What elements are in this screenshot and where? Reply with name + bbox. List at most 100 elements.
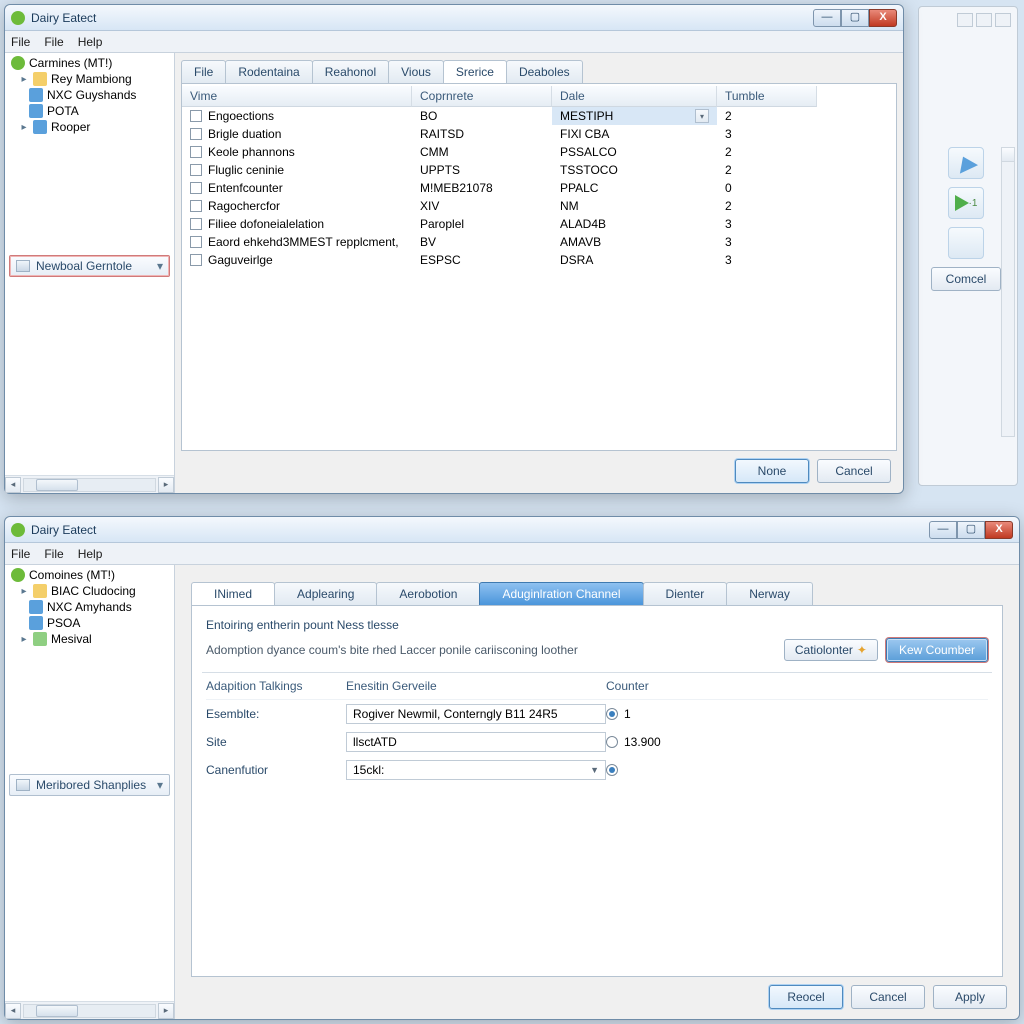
col-vime[interactable]: Vime: [182, 86, 412, 107]
tree-item[interactable]: PSOA: [9, 615, 172, 631]
col-dale[interactable]: Dale: [552, 86, 717, 107]
tree-item[interactable]: ▸ BIAC Cludocing: [9, 583, 172, 599]
form-input[interactable]: llsctATD: [346, 732, 606, 752]
table-row[interactable]: Eaord ehkehd3MMEST repplcment,BVAMAVB3: [182, 233, 896, 251]
sidebar-dropdown[interactable]: Meribored Shanplies ▾: [9, 774, 170, 796]
cell-dale[interactable]: ALAD4B: [552, 215, 717, 233]
close-button[interactable]: X: [869, 9, 897, 27]
cell-dale[interactable]: AMAVB: [552, 233, 717, 251]
cell-dale[interactable]: PPALC: [552, 179, 717, 197]
cancel-button[interactable]: Cancel: [851, 985, 925, 1009]
menu-help[interactable]: Help: [78, 35, 103, 49]
tab-adug-channel[interactable]: Aduginlration Channel: [479, 582, 643, 605]
reocel-button[interactable]: Reocel: [769, 985, 843, 1009]
bg-cancel-button[interactable]: Comcel: [931, 267, 1001, 291]
checkbox[interactable]: [190, 200, 202, 212]
expander-icon[interactable]: ▸: [19, 122, 29, 132]
cell-dale[interactable]: TSSTOCO: [552, 161, 717, 179]
tree-item[interactable]: NXC Amyhands: [9, 599, 172, 615]
form-input[interactable]: Rogiver Newmil, Conterngly B11 24R5: [346, 704, 606, 724]
sidebar-hscroll[interactable]: ◂ ▸: [5, 475, 174, 493]
cell-dale[interactable]: NM: [552, 197, 717, 215]
nav-play-icon[interactable]: ·1: [948, 187, 984, 219]
scroll-thumb[interactable]: [36, 479, 78, 491]
scroll-left-icon[interactable]: ◂: [5, 1003, 21, 1019]
expander-icon[interactable]: ▸: [19, 74, 29, 84]
table-row[interactable]: RagochercforXIVNM2: [182, 197, 896, 215]
tree-root[interactable]: Comoines (MT!): [9, 567, 172, 583]
checkbox[interactable]: [190, 128, 202, 140]
expander-icon[interactable]: ▸: [19, 634, 29, 644]
cancel-button[interactable]: Cancel: [817, 459, 891, 483]
tab-dienter[interactable]: Dienter: [643, 582, 728, 605]
radio-option[interactable]: 13.900: [606, 735, 786, 749]
radio-option[interactable]: [606, 764, 786, 776]
checkbox[interactable]: [190, 164, 202, 176]
cell-dale[interactable]: MESTIPH▾: [552, 107, 717, 125]
expander-icon[interactable]: ▸: [19, 586, 29, 596]
scroll-thumb[interactable]: [36, 1005, 78, 1017]
menu-file2[interactable]: File: [44, 547, 63, 561]
table-row[interactable]: Filiee dofoneialelationParoplelALAD4B3: [182, 215, 896, 233]
cell-dale[interactable]: DSRA: [552, 251, 717, 269]
tree-item[interactable]: POTA: [9, 103, 172, 119]
maximize-button[interactable]: ▢: [957, 521, 985, 539]
scroll-right-icon[interactable]: ▸: [158, 1003, 174, 1019]
tab-nerway[interactable]: Nerway: [726, 582, 813, 605]
nav-up-icon[interactable]: [948, 147, 984, 179]
col-coprnrete[interactable]: Coprnrete: [412, 86, 552, 107]
maximize-button[interactable]: ▢: [841, 9, 869, 27]
tab-reahonol[interactable]: Reahonol: [312, 60, 389, 83]
tab-aerobotion[interactable]: Aerobotion: [376, 582, 480, 605]
checkbox[interactable]: [190, 146, 202, 158]
tree-item[interactable]: ▸ Rooper: [9, 119, 172, 135]
minimize-button[interactable]: —: [929, 521, 957, 539]
menu-help[interactable]: Help: [78, 547, 103, 561]
table-row[interactable]: EntenfcounterM!MEB21078PPALC0: [182, 179, 896, 197]
tab-srerice[interactable]: Srerice: [443, 60, 507, 83]
scroll-right-icon[interactable]: ▸: [158, 477, 174, 493]
menu-file[interactable]: File: [11, 547, 30, 561]
cell-dale[interactable]: FIXl CBA: [552, 125, 717, 143]
checkbox[interactable]: [190, 182, 202, 194]
titlebar[interactable]: Dairy Eatect — ▢ X: [5, 5, 903, 31]
table-row[interactable]: Keole phannonsCMMPSSALCO2: [182, 143, 896, 161]
none-button[interactable]: None: [735, 459, 809, 483]
cell-dale[interactable]: PSSALCO: [552, 143, 717, 161]
tab-adplearing[interactable]: Adplearing: [274, 582, 377, 605]
col-tumble[interactable]: Tumble: [717, 86, 817, 107]
bg-win-btn: [995, 13, 1011, 27]
menu-file[interactable]: File: [11, 35, 30, 49]
chevron-down-icon[interactable]: ▾: [695, 109, 709, 123]
checkbox[interactable]: [190, 110, 202, 122]
tree-item[interactable]: ▸ Mesival: [9, 631, 172, 647]
tab-file[interactable]: File: [181, 60, 226, 83]
tab-deaboles[interactable]: Deaboles: [506, 60, 583, 83]
table-row[interactable]: GaguveirlgeESPSCDSRA3: [182, 251, 896, 269]
tree-item[interactable]: ▸ Rey Mambiong: [9, 71, 172, 87]
scroll-left-icon[interactable]: ◂: [5, 477, 21, 493]
tab-nimed[interactable]: INimed: [191, 582, 275, 605]
tab-vious[interactable]: Vious: [388, 60, 444, 83]
nav-blank-icon[interactable]: [948, 227, 984, 259]
table-row[interactable]: EngoectionsBOMESTIPH▾2: [182, 107, 896, 125]
checkbox[interactable]: [190, 254, 202, 266]
checkbox[interactable]: [190, 236, 202, 248]
kew-counter-button[interactable]: Kew Coumber: [886, 638, 988, 662]
sidebar-dropdown[interactable]: Newboal Gerntole ▾: [9, 255, 170, 277]
menu-file2[interactable]: File: [44, 35, 63, 49]
close-button[interactable]: X: [985, 521, 1013, 539]
catiolonter-button[interactable]: Catiolonter ✦: [784, 639, 878, 661]
tab-rodentaina[interactable]: Rodentaina: [225, 60, 312, 83]
table-row[interactable]: Fluglic ceninieUPPTSTSSTOCO2: [182, 161, 896, 179]
tree-root[interactable]: Carmines (MT!): [9, 55, 172, 71]
apply-button[interactable]: Apply: [933, 985, 1007, 1009]
radio-option[interactable]: 1: [606, 707, 786, 721]
minimize-button[interactable]: —: [813, 9, 841, 27]
tree-item[interactable]: NXC Guyshands: [9, 87, 172, 103]
checkbox[interactable]: [190, 218, 202, 230]
table-row[interactable]: Brigle duationRAITSDFIXl CBA3: [182, 125, 896, 143]
sidebar-hscroll[interactable]: ◂ ▸: [5, 1001, 174, 1019]
titlebar[interactable]: Dairy Eatect — ▢ X: [5, 517, 1019, 543]
form-select[interactable]: 15ckl:▼: [346, 760, 606, 780]
